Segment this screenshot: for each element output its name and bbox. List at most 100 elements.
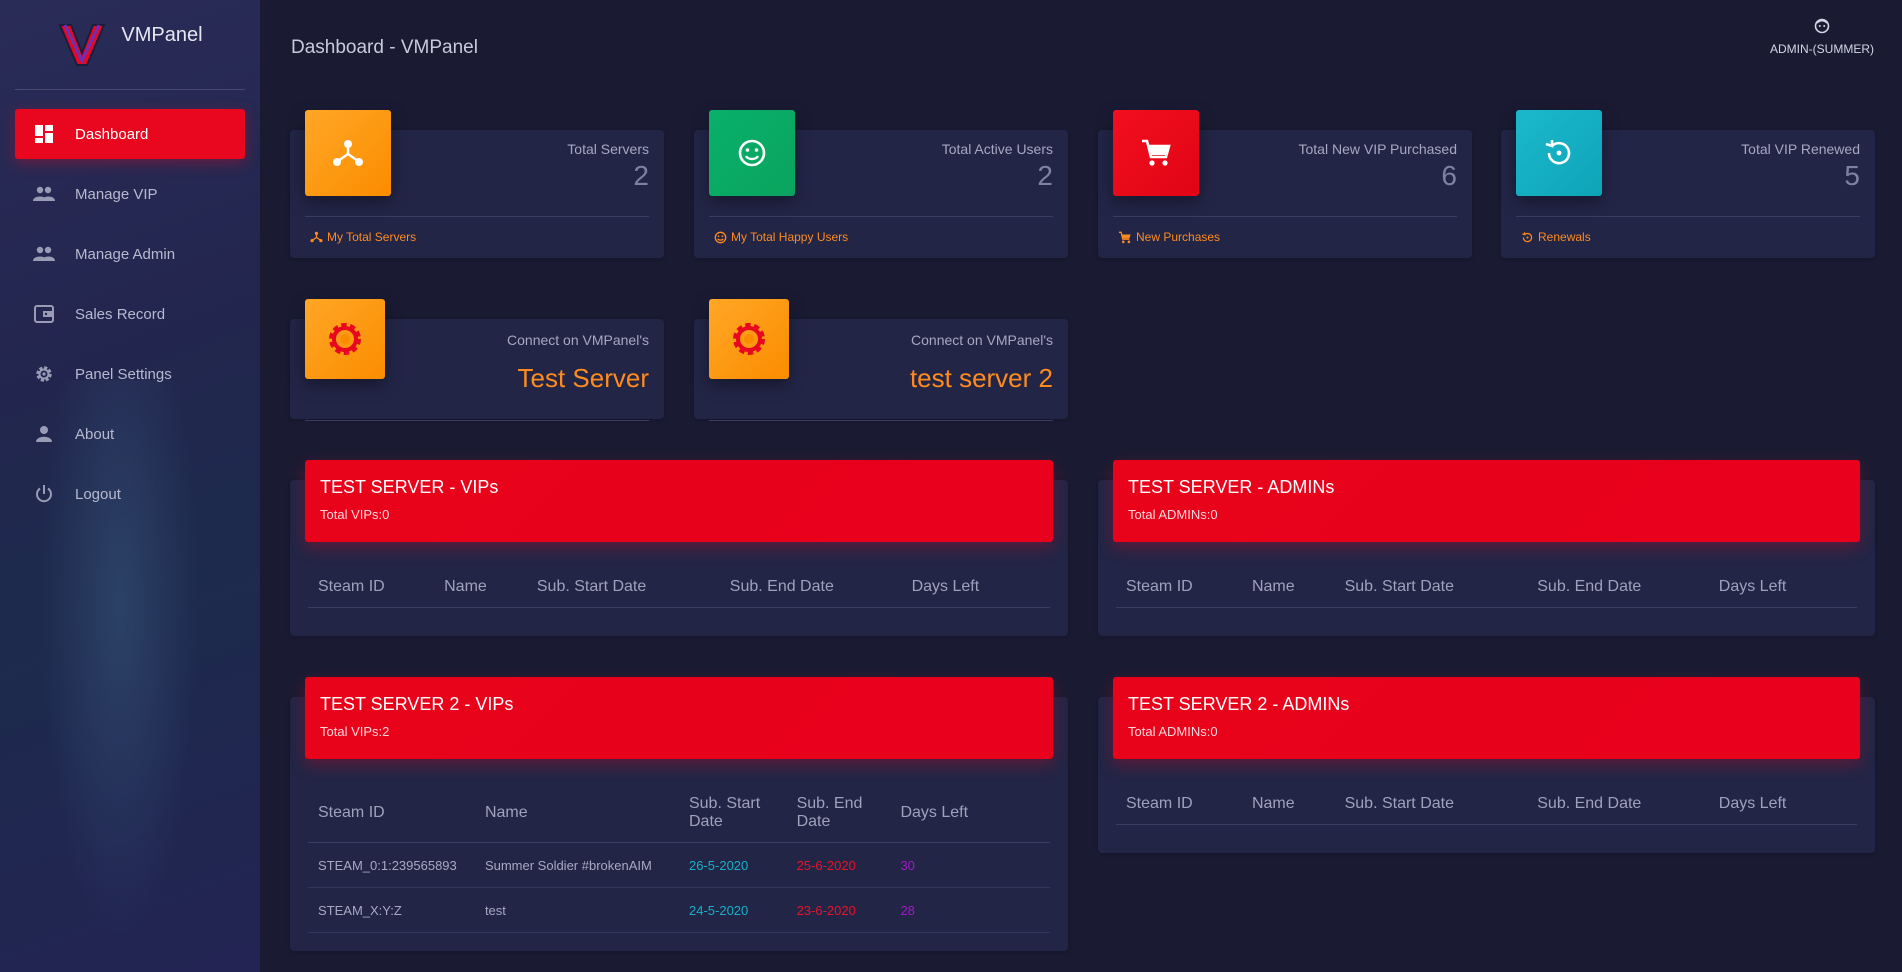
stat-footer-text: My Total Happy Users bbox=[731, 230, 849, 244]
stat-label: Total Active Users bbox=[941, 141, 1053, 157]
sidebar-item-logout[interactable]: Logout bbox=[15, 469, 245, 519]
logo-icon bbox=[58, 23, 106, 66]
server-card-test-server-2[interactable]: Connect on VMPanel's test server 2 bbox=[694, 299, 1068, 421]
stat-card-total-active-users: Total Active Users 2 My Total Happy User… bbox=[694, 110, 1068, 258]
panel-test-server-vips: TEST SERVER - VIPs Total VIPs:0 Steam ID… bbox=[290, 460, 1068, 636]
stat-value: 6 bbox=[1441, 160, 1457, 191]
user-face-icon bbox=[1770, 18, 1874, 37]
server-card-test-server[interactable]: Connect on VMPanel's Test Server bbox=[290, 299, 664, 421]
sidebar-item-sales-record[interactable]: Sales Record bbox=[15, 289, 245, 339]
user-menu[interactable]: ADMIN-(SUMMER) bbox=[1770, 18, 1874, 56]
panel-title: TEST SERVER 2 - ADMINs bbox=[1128, 694, 1350, 714]
page-title: Dashboard - VMPanel bbox=[291, 37, 478, 58]
column-header[interactable]: Days Left bbox=[901, 566, 1050, 608]
column-header[interactable]: Sub. Start Date bbox=[1334, 566, 1528, 608]
divider bbox=[1113, 216, 1457, 217]
sidebar-item-panel-settings[interactable]: Panel Settings bbox=[15, 349, 245, 399]
sidebar-item-manage-admin[interactable]: Manage Admin bbox=[15, 229, 245, 279]
people-icon bbox=[33, 183, 55, 205]
column-header[interactable]: Sub. Start Date bbox=[1334, 783, 1528, 825]
stat-tile bbox=[305, 110, 391, 196]
stat-label: Total Servers bbox=[567, 141, 649, 157]
column-header[interactable]: Sub. Start Date bbox=[678, 783, 787, 843]
divider bbox=[305, 420, 649, 421]
gear-icon bbox=[329, 323, 361, 355]
column-header[interactable]: Days Left bbox=[1708, 783, 1857, 825]
user-name: ADMIN-(SUMMER) bbox=[1770, 42, 1874, 56]
column-header[interactable]: Name bbox=[1241, 566, 1335, 608]
server-name: Test Server bbox=[517, 363, 650, 393]
stat-footer-link[interactable]: New Purchases bbox=[1118, 230, 1220, 244]
sidebar-item-label: About bbox=[75, 425, 115, 443]
sidebar-item-dashboard[interactable]: Dashboard bbox=[15, 109, 245, 159]
panel-title: TEST SERVER - ADMINs bbox=[1128, 477, 1335, 497]
stat-footer-text: New Purchases bbox=[1136, 230, 1221, 244]
server-tile bbox=[709, 299, 789, 379]
brand[interactable]: VMPanel bbox=[15, 0, 245, 90]
cell-name: Summer Soldier #brokenAIM bbox=[474, 842, 679, 888]
column-header[interactable]: Sub. End Date bbox=[1527, 783, 1709, 825]
renew-icon bbox=[1522, 231, 1533, 242]
hub-icon bbox=[333, 140, 363, 166]
table-row[interactable]: STEAM_X:Y:Z test 24-5-2020 23-6-2020 28 bbox=[308, 887, 1050, 933]
stat-value: 5 bbox=[1844, 160, 1860, 191]
column-header[interactable]: Name bbox=[434, 566, 527, 608]
sidebar-item-label: Panel Settings bbox=[75, 365, 172, 383]
sidebar-item-manage-vip[interactable]: Manage VIP bbox=[15, 169, 245, 219]
cell-start-date: 26-5-2020 bbox=[678, 842, 787, 888]
sidebar-item-about[interactable]: About bbox=[15, 409, 245, 459]
sidebar-item-label: Sales Record bbox=[75, 305, 166, 323]
panel-subtitle: Total VIPs:0 bbox=[320, 507, 390, 522]
stat-value: 2 bbox=[1037, 160, 1053, 191]
panel-subtitle: Total ADMINs:0 bbox=[1128, 724, 1218, 739]
cell-steam-id: STEAM_0:1:239565893 bbox=[308, 842, 475, 888]
stat-footer-link[interactable]: My Total Servers bbox=[310, 230, 416, 244]
column-header[interactable]: Days Left bbox=[890, 783, 1050, 843]
server-name: test server 2 bbox=[909, 363, 1053, 393]
cell-start-date: 24-5-2020 bbox=[678, 887, 787, 933]
cell-end-date: 25-6-2020 bbox=[786, 842, 891, 888]
column-header[interactable]: Steam ID bbox=[1116, 566, 1242, 608]
cell-end-date: 23-6-2020 bbox=[786, 887, 891, 933]
sidebar-item-label: Manage VIP bbox=[75, 185, 158, 203]
stat-footer-text: Renewals bbox=[1538, 230, 1591, 244]
column-header[interactable]: Steam ID bbox=[1116, 783, 1242, 825]
sidebar-item-label: Dashboard bbox=[75, 125, 149, 143]
stat-footer-text: My Total Servers bbox=[327, 230, 417, 244]
stat-footer-link[interactable]: Renewals bbox=[1521, 230, 1591, 244]
gear-icon bbox=[733, 323, 765, 355]
stat-value: 2 bbox=[633, 160, 649, 191]
panel-test-server-admins: TEST SERVER - ADMINs Total ADMINs:0 Stea… bbox=[1098, 460, 1875, 636]
column-header[interactable]: Sub. End Date bbox=[719, 566, 902, 608]
column-header[interactable]: Sub. End Date bbox=[1527, 566, 1709, 608]
stat-footer-link[interactable]: My Total Happy Users bbox=[714, 230, 848, 244]
brand-name: VMPanel bbox=[121, 24, 203, 46]
divider bbox=[305, 216, 649, 217]
sidebar-nav: Dashboard Manage VIP Manage Admin Sales … bbox=[0, 90, 260, 519]
cell-days-left: 28 bbox=[890, 887, 1050, 933]
column-header[interactable]: Sub. End Date bbox=[786, 783, 891, 843]
sidebar-item-label: Logout bbox=[75, 485, 121, 503]
person-icon bbox=[33, 423, 55, 445]
stat-label: Total New VIP Purchased bbox=[1298, 141, 1458, 157]
stat-card-total-servers: Total Servers 2 My Total Servers bbox=[290, 110, 664, 258]
panel-subtitle: Total VIPs:2 bbox=[320, 724, 390, 739]
divider bbox=[709, 420, 1053, 421]
divider bbox=[1516, 216, 1860, 217]
column-header[interactable]: Sub. Start Date bbox=[526, 566, 720, 608]
cell-days-left: 30 bbox=[890, 842, 1050, 888]
panel-header: TEST SERVER - ADMINs Total ADMINs:0 bbox=[1113, 460, 1860, 542]
stat-tile bbox=[1113, 110, 1199, 196]
column-header[interactable]: Steam ID bbox=[308, 566, 435, 608]
server-connect-label: Connect on VMPanel's bbox=[507, 332, 649, 348]
cart-icon bbox=[1142, 139, 1171, 166]
column-header[interactable]: Days Left bbox=[1708, 566, 1857, 608]
server-connect-label: Connect on VMPanel's bbox=[911, 332, 1053, 348]
column-header[interactable]: Name bbox=[1241, 783, 1335, 825]
wallet-icon bbox=[33, 303, 55, 325]
data-table: Steam ID Name Sub. Start Date Sub. End D… bbox=[308, 566, 1050, 608]
table-row[interactable]: STEAM_0:1:239565893 Summer Soldier #brok… bbox=[308, 842, 1050, 888]
stat-tile bbox=[1516, 110, 1602, 196]
column-header[interactable]: Name bbox=[474, 783, 679, 843]
column-header[interactable]: Steam ID bbox=[308, 783, 475, 843]
